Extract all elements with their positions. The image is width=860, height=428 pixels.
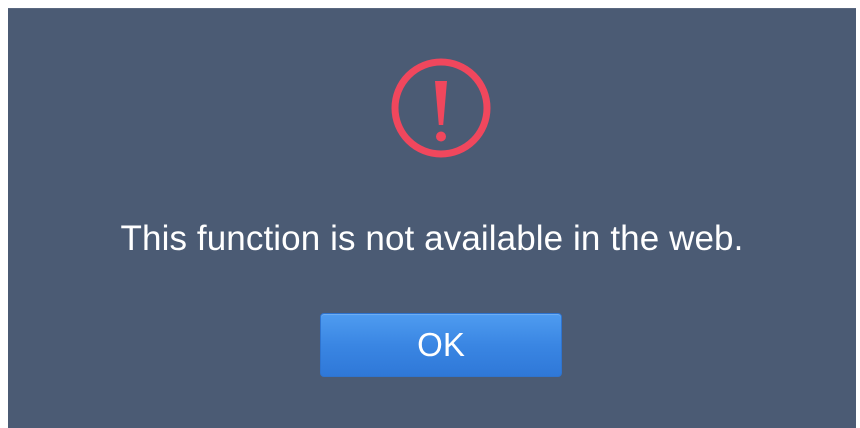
alert-circle-icon — [391, 58, 491, 158]
ok-button[interactable]: OK — [320, 313, 562, 377]
screen-frame: This function is not available in the we… — [0, 0, 860, 428]
alert-dialog: This function is not available in the we… — [8, 8, 856, 428]
alert-message: This function is not available in the we… — [120, 219, 744, 258]
